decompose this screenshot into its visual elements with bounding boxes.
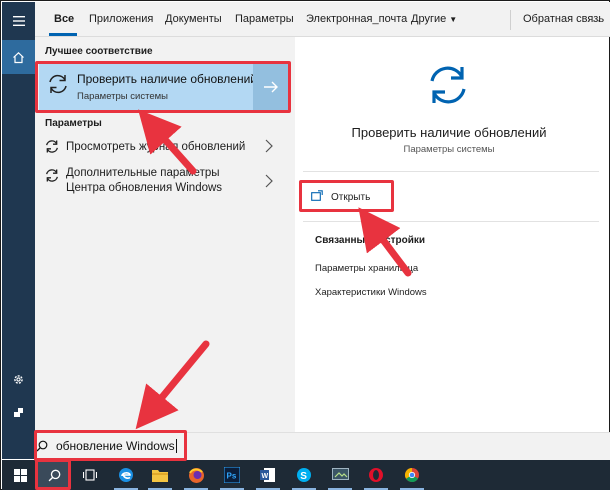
photoshop-icon[interactable]: Ps: [216, 460, 248, 490]
skype-icon[interactable]: S: [288, 460, 320, 490]
related-link-storage[interactable]: Параметры хранилища: [315, 263, 418, 274]
related-settings-heading: Связанные настройки: [315, 235, 426, 246]
svg-text:S: S: [300, 471, 307, 482]
more-options-icon[interactable]: ···: [587, 13, 602, 27]
tab-apps[interactable]: Приложения: [89, 13, 153, 25]
chrome-icon[interactable]: [396, 460, 428, 490]
tab-divider: [510, 10, 511, 30]
user-icon[interactable]: [2, 395, 35, 429]
svg-text:Ps: Ps: [227, 472, 237, 481]
left-rail: [2, 2, 35, 459]
preview-subtitle: Параметры системы: [403, 144, 495, 155]
annotation-box-search-input: [34, 430, 187, 461]
tab-more[interactable]: Другие ▼: [411, 13, 457, 25]
tab-selected-indicator: [49, 33, 77, 36]
opera-icon[interactable]: [360, 460, 392, 490]
word-icon[interactable]: W: [252, 460, 284, 490]
result-item-advanced-line1: Дополнительные параметры: [66, 167, 220, 179]
settings-heading: Параметры: [45, 118, 102, 129]
refresh-icon: [424, 63, 472, 112]
preview-title: Проверить наличие обновлений: [351, 125, 547, 140]
annotation-box-best-match: [35, 61, 291, 113]
annotation-box-search-button: [35, 459, 71, 490]
tab-email[interactable]: Электронная_почта: [306, 13, 407, 25]
result-item-history[interactable]: Просмотреть журнал обновлений: [35, 137, 289, 159]
hamburger-icon[interactable]: [2, 4, 35, 38]
edge-icon[interactable]: [110, 460, 142, 490]
result-item-history-label: Просмотреть журнал обновлений: [66, 141, 246, 153]
related-link-windows-specs[interactable]: Характеристики Windows: [315, 287, 427, 298]
refresh-icon: [44, 168, 60, 188]
gear-icon[interactable]: [2, 362, 35, 396]
result-item-advanced[interactable]: Дополнительные параметры Центра обновлен…: [35, 166, 289, 200]
preview-pane: Проверить наличие обновлений Параметры с…: [295, 43, 603, 432]
divider: [303, 171, 599, 172]
windows-start-icon[interactable]: [4, 460, 36, 490]
result-item-advanced-line2: Центра обновления Windows: [66, 182, 223, 194]
taskbar: Ps W S: [2, 460, 610, 490]
refresh-icon: [44, 139, 60, 159]
chevron-right-icon: [265, 139, 273, 158]
divider: [303, 221, 599, 222]
tab-more-label: Другие: [411, 13, 447, 25]
search-filter-tabs: Все Приложения Документы Параметры Элект…: [35, 2, 610, 37]
annotation-box-open: [299, 180, 394, 212]
chevron-down-icon: ▼: [449, 15, 458, 24]
home-icon[interactable]: [2, 40, 35, 74]
tab-documents[interactable]: Документы: [165, 13, 222, 25]
task-view-icon[interactable]: [74, 460, 106, 490]
best-match-heading: Лучшее соответствие: [45, 46, 153, 57]
start-search-window: Все Приложения Документы Параметры Элект…: [0, 0, 610, 490]
tab-settings[interactable]: Параметры: [235, 13, 294, 25]
svg-text:W: W: [262, 473, 269, 480]
screen-capture-icon[interactable]: [324, 460, 356, 490]
tab-all[interactable]: Все: [54, 13, 74, 25]
firefox-icon[interactable]: [180, 460, 212, 490]
chevron-right-icon: [265, 174, 273, 193]
file-explorer-icon[interactable]: [144, 460, 176, 490]
